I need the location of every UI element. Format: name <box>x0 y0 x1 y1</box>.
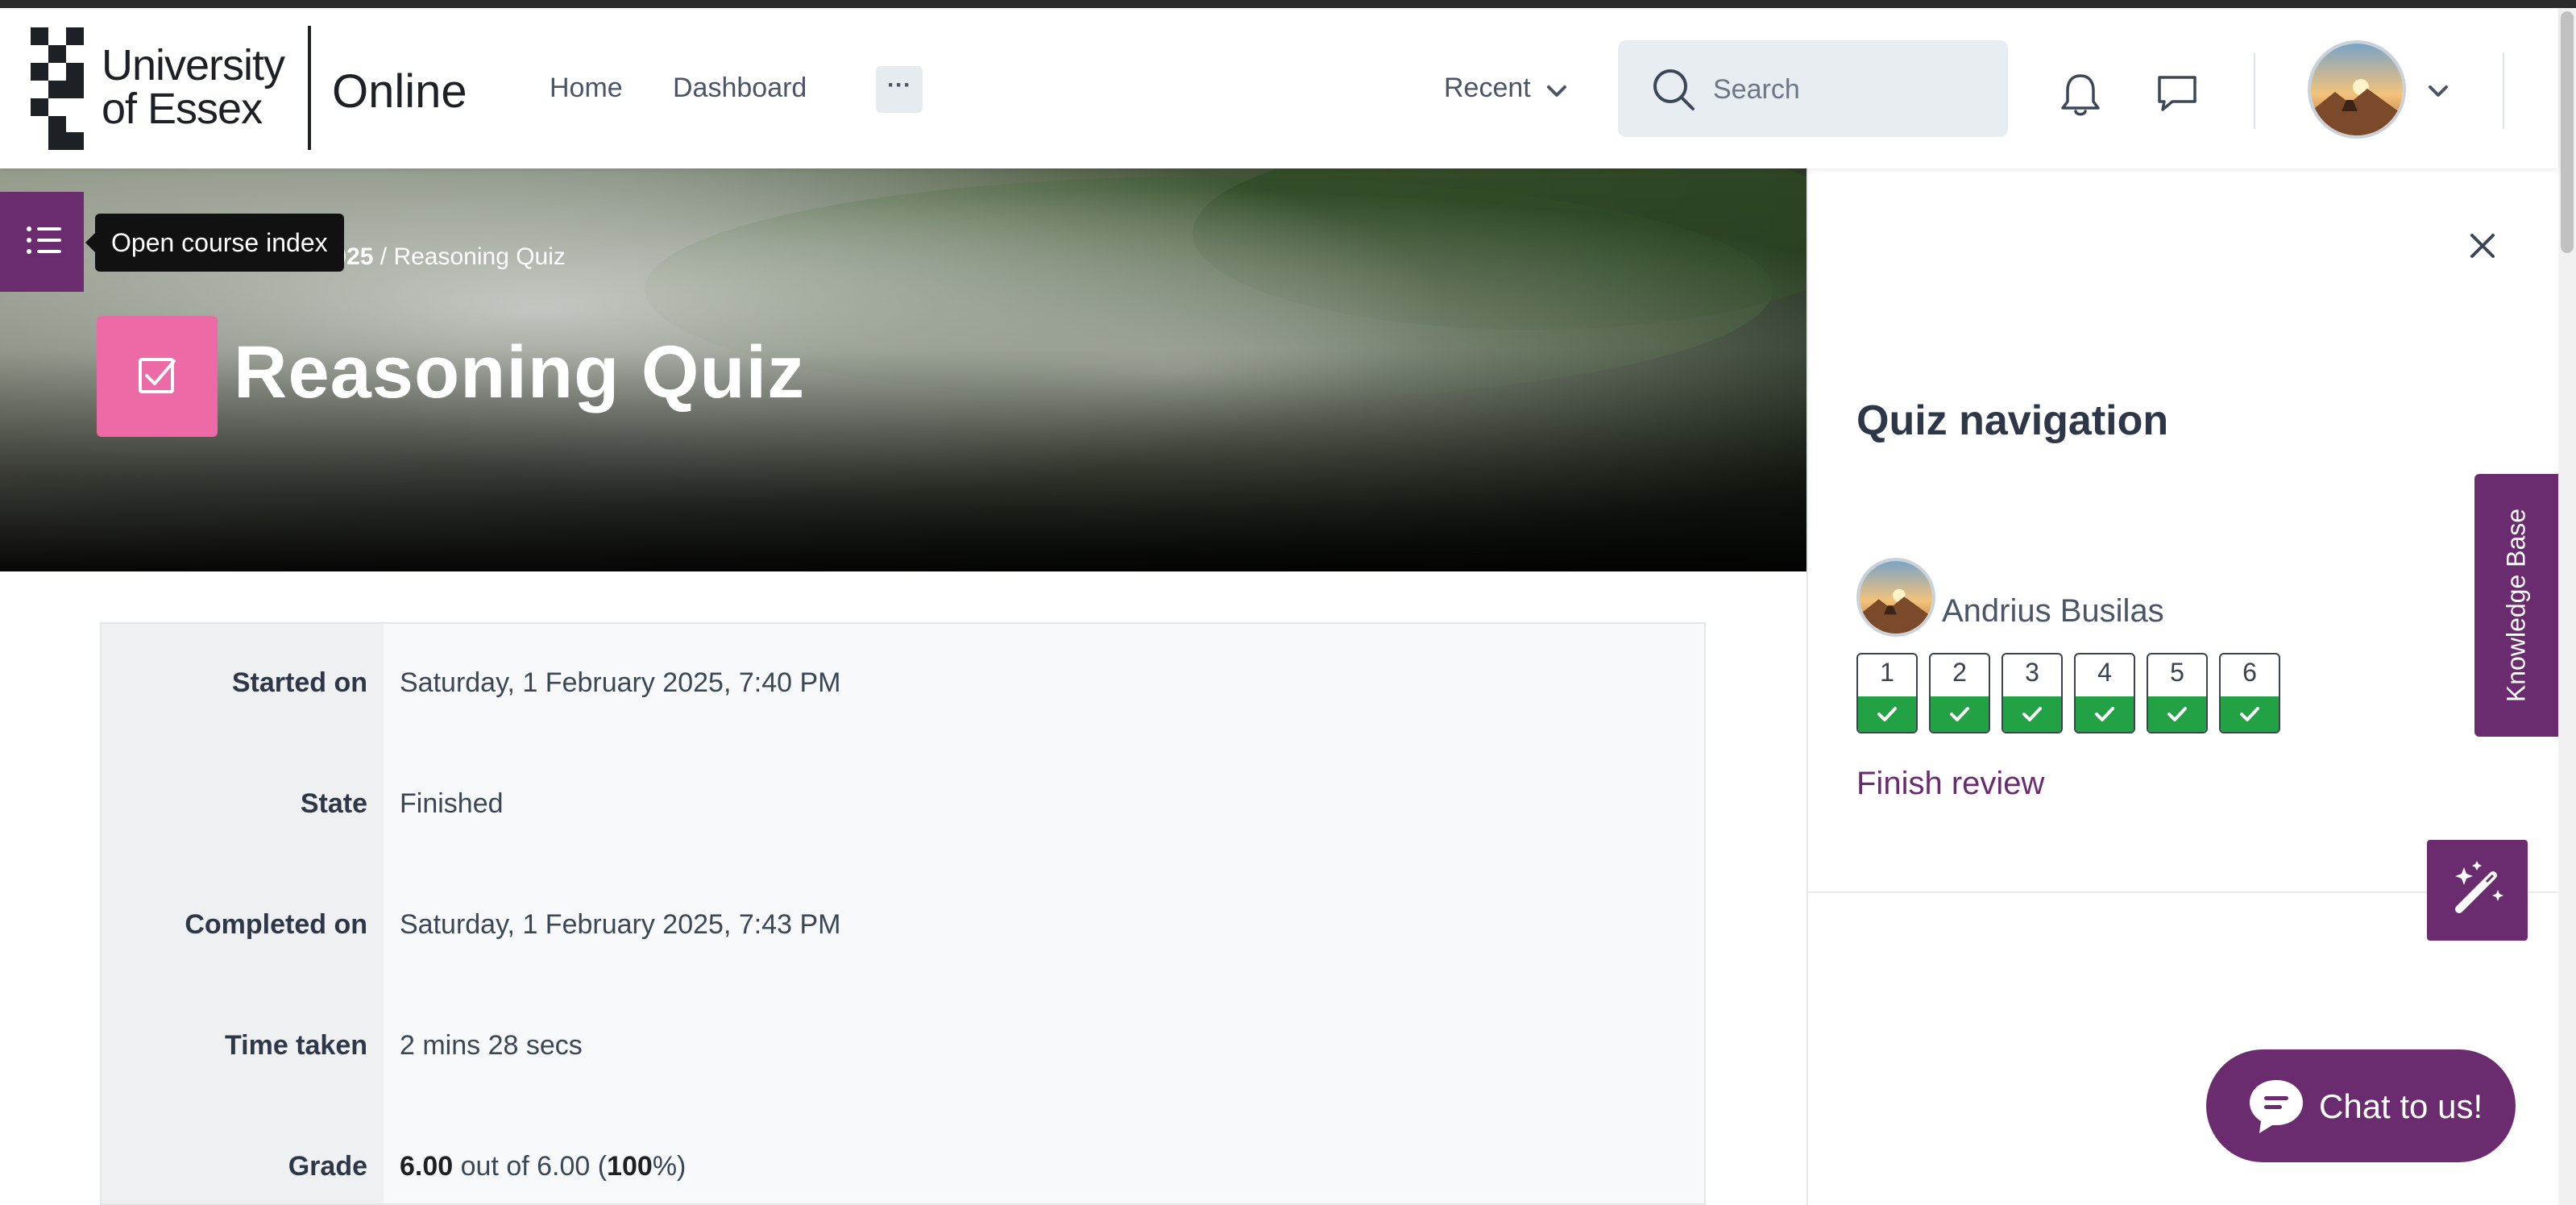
summary-label: Started on <box>231 667 367 698</box>
summary-row-state: State Finished <box>102 745 1704 866</box>
correct-indicator <box>2003 696 2061 732</box>
summary-label: Time taken <box>224 1030 367 1061</box>
summary-row-completed: Completed on Saturday, 1 February 2025, … <box>102 866 1704 987</box>
check-icon <box>1950 707 1969 721</box>
quiz-review-summary: Started on Saturday, 1 February 2025, 7:… <box>100 622 1706 1205</box>
search-icon <box>1653 69 1695 110</box>
breadcrumb-current: / Reasoning Quiz <box>380 243 566 270</box>
summary-row-time-taken: Time taken 2 mins 28 secs <box>102 987 1704 1107</box>
quiz-activity-icon <box>97 316 218 437</box>
quiz-navigation-title: Quiz navigation <box>1856 397 2169 444</box>
check-icon <box>1877 707 1897 721</box>
check-icon <box>2240 707 2259 721</box>
question-number: 6 <box>2242 658 2257 687</box>
header-divider <box>2254 53 2255 129</box>
correct-indicator <box>1858 696 1916 732</box>
nav-dashboard[interactable]: Dashboard <box>673 73 807 104</box>
grade-value: 6.00 out of 6.00 (100%) <box>400 1151 686 1182</box>
finish-review-link[interactable]: Finish review <box>1856 766 2044 802</box>
student-name: Andrius Busilas <box>1942 593 2164 629</box>
checkbox-icon <box>139 358 176 393</box>
chevron-down-icon[interactable] <box>2427 84 2449 100</box>
check-icon <box>2022 707 2042 721</box>
grade-out-of: out of 6.00 ( <box>453 1151 608 1182</box>
correct-indicator <box>1931 696 1989 732</box>
recent-dropdown[interactable]: Recent <box>1444 73 1531 104</box>
logo-divider <box>308 26 311 150</box>
logo-line-1: University <box>102 41 285 89</box>
grade-percent: 100 <box>607 1151 653 1182</box>
university-logo-mark[interactable] <box>31 27 84 150</box>
summary-value: Finished <box>400 788 504 819</box>
student-avatar <box>1856 558 1935 637</box>
scrollbar-thumb[interactable] <box>2561 11 2574 253</box>
more-nav-button[interactable]: ··· <box>876 66 923 113</box>
summary-row-started: Started on Saturday, 1 February 2025, 7:… <box>102 624 1704 745</box>
chat-bubble-icon <box>2250 1080 2303 1133</box>
correct-indicator <box>2076 696 2134 732</box>
logo-text[interactable]: University of Essex <box>102 41 285 133</box>
correct-indicator <box>2148 696 2206 732</box>
chat-to-us-button[interactable]: Chat to us! <box>2206 1049 2516 1162</box>
summary-value: Saturday, 1 February 2025, 7:40 PM <box>400 667 841 698</box>
search-input[interactable]: Search <box>1713 74 1800 106</box>
site-header: University of Essex Online Home Dashboar… <box>0 8 2558 168</box>
question-nav-1[interactable]: 1 <box>1856 653 1918 733</box>
question-nav-6[interactable]: 6 <box>2219 653 2280 733</box>
knowledge-base-label: Knowledge Base <box>2501 508 2531 703</box>
summary-label: Grade <box>288 1151 367 1182</box>
close-icon[interactable] <box>2466 229 2499 263</box>
bell-icon[interactable] <box>2059 71 2102 118</box>
check-icon <box>2095 707 2114 721</box>
correct-indicator <box>2221 696 2279 732</box>
question-nav-4[interactable]: 4 <box>2074 653 2135 733</box>
magic-wand-icon <box>2455 861 2503 913</box>
messages-icon[interactable] <box>2155 73 2200 114</box>
window-top-strip <box>0 0 2576 8</box>
summary-value: 2 mins 28 secs <box>400 1030 583 1061</box>
question-nav-2[interactable]: 2 <box>1929 653 1990 733</box>
nav-home[interactable]: Home <box>550 73 623 104</box>
list-icon <box>27 226 61 254</box>
grade-end: %) <box>652 1151 687 1182</box>
question-number: 4 <box>2097 658 2112 687</box>
question-number: 5 <box>2170 658 2184 687</box>
course-index-button[interactable] <box>0 192 84 292</box>
header-divider <box>2503 53 2504 129</box>
summary-label: Completed on <box>185 909 367 940</box>
summary-row-grade: Grade 6.00 out of 6.00 (100%) <box>102 1107 1704 1203</box>
knowledge-base-tab[interactable]: Knowledge Base <box>2474 474 2558 737</box>
question-number: 1 <box>1880 658 1894 687</box>
question-nav-3[interactable]: 3 <box>2001 653 2063 733</box>
search-box[interactable]: Search <box>1618 40 2008 137</box>
course-index-tooltip: Open course index <box>85 214 344 272</box>
magic-wand-button[interactable] <box>2427 840 2528 941</box>
user-avatar[interactable] <box>2308 40 2406 139</box>
chevron-down-icon[interactable] <box>1545 84 1568 100</box>
summary-label: State <box>300 788 367 819</box>
grade-score: 6.00 <box>400 1151 454 1182</box>
logo-line-2: of Essex <box>102 85 263 133</box>
question-nav-5[interactable]: 5 <box>2147 653 2208 733</box>
logo-online[interactable]: Online <box>332 64 467 118</box>
chat-label: Chat to us! <box>2319 1087 2483 1125</box>
page-title: Reasoning Quiz <box>234 331 806 413</box>
summary-value: Saturday, 1 February 2025, 7:43 PM <box>400 909 841 940</box>
question-number: 2 <box>1952 658 1967 687</box>
question-number: 3 <box>2025 658 2039 687</box>
check-icon <box>2167 707 2187 721</box>
